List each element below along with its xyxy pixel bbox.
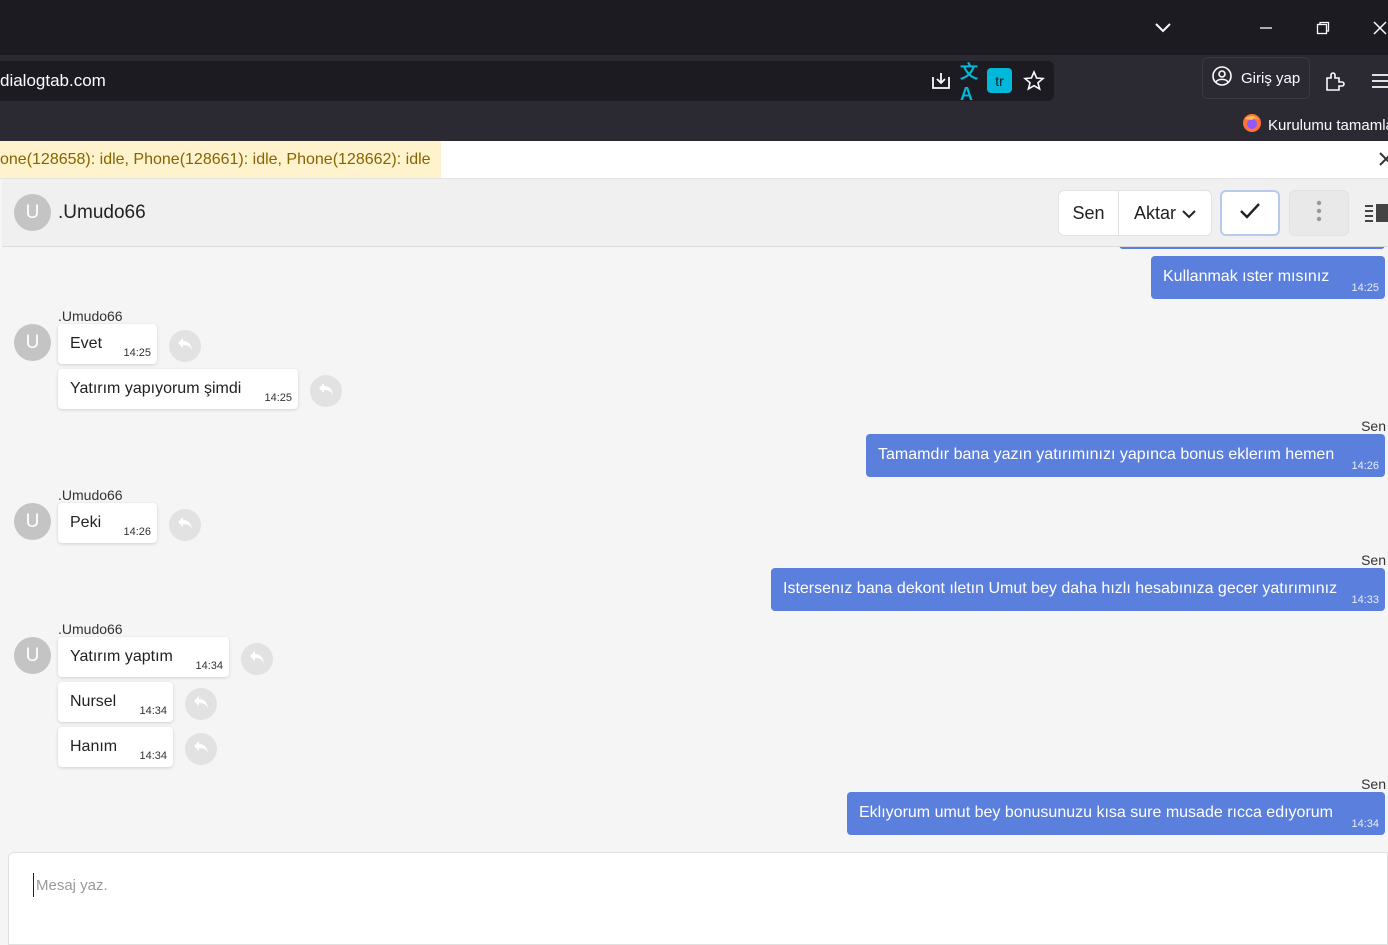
phone-status-bar: one(128658): idle, Phone(128661): idle, …	[0, 141, 1388, 179]
message-time: 14:25	[264, 392, 292, 404]
message-text: Kullanmak ıster mısınız	[1163, 268, 1330, 285]
message-text: Yatırım yaptım	[70, 648, 173, 665]
transfer-button[interactable]: Aktar	[1119, 191, 1211, 235]
chevron-down-icon	[1182, 203, 1196, 224]
translate-language-badge[interactable]: tr	[987, 68, 1012, 93]
message-text: Nursel	[70, 693, 117, 710]
bookmark-label: Kurulumu tamamla	[1268, 116, 1388, 134]
message-bubble-incoming: Evet 14:25	[58, 324, 157, 364]
assign-self-button[interactable]: Sen	[1059, 191, 1119, 235]
reply-icon	[177, 337, 193, 356]
message-list: Kullanmak ıster mısınız 14:25 .Umudo66 U…	[2, 247, 1388, 852]
chat-header: U .Umudo66 Sen Aktar	[2, 179, 1388, 247]
reply-icon	[249, 650, 265, 669]
login-label: Giriş yap	[1241, 69, 1301, 87]
translate-icon[interactable]: 文A	[960, 62, 988, 104]
reply-icon	[193, 695, 209, 714]
sender-label: Sen	[1361, 552, 1386, 568]
message-time: 14:34	[139, 705, 167, 717]
message-bubble-outgoing: Eklıyorum umut bey bonusunuzu kısa sure …	[847, 792, 1385, 835]
message-text: Peki	[70, 514, 102, 531]
message-bubble-incoming: Yatırım yapıyorum şimdi 14:25	[58, 369, 298, 409]
avatar: U	[14, 637, 51, 674]
contact-name: .Umudo66	[58, 202, 146, 223]
message-input[interactable]	[33, 873, 933, 897]
star-icon[interactable]	[1020, 67, 1048, 95]
bookmark-setup[interactable]: Kurulumu tamamla	[1242, 113, 1388, 137]
url-text[interactable]: dialogtab.com	[0, 71, 106, 91]
message-time: 14:33	[1351, 594, 1379, 606]
reply-icon	[193, 740, 209, 759]
check-icon	[1239, 202, 1261, 225]
reply-icon	[177, 516, 193, 535]
reply-button[interactable]	[310, 375, 342, 407]
extensions-icon[interactable]	[1316, 63, 1352, 99]
url-bar[interactable]: dialogtab.com 文A	[0, 61, 1054, 104]
menu-icon[interactable]	[1362, 63, 1388, 99]
message-time: 14:26	[1351, 460, 1379, 472]
reply-button[interactable]	[241, 643, 273, 675]
message-time: 14:25	[123, 347, 151, 359]
message-bubble-incoming: Nursel 14:34	[58, 682, 173, 722]
message-bubble-outgoing: Kullanmak ıster mısınız 14:25	[1151, 256, 1385, 299]
sender-label: Sen	[1361, 776, 1386, 792]
resolve-button[interactable]	[1220, 190, 1280, 236]
more-vertical-icon	[1316, 200, 1322, 227]
close-icon[interactable]	[1376, 149, 1388, 169]
avatar: U	[14, 503, 51, 540]
close-icon[interactable]	[1362, 10, 1388, 46]
avatar: U	[14, 324, 51, 361]
more-options-button[interactable]	[1289, 190, 1349, 236]
browser-titlebar	[0, 0, 1388, 55]
account-icon	[1211, 65, 1233, 91]
bookmarks-bar: Kurulumu tamamla	[0, 107, 1388, 141]
message-text: Evet	[70, 335, 103, 352]
browser-navbar: dialogtab.com 文A Giriş yap	[0, 55, 1388, 107]
message-text: Hanım	[70, 738, 118, 755]
phone-status-text: one(128658): idle, Phone(128661): idle, …	[0, 141, 441, 178]
sender-label: Sen	[1361, 418, 1386, 434]
reply-button[interactable]	[169, 330, 201, 362]
reply-button[interactable]	[169, 509, 201, 541]
message-text: Eklıyorum umut bey bonusunuzu kısa sure …	[859, 804, 1333, 821]
message-bubble-partial	[1119, 247, 1385, 249]
compose-box	[8, 852, 1388, 945]
transfer-label: Aktar	[1133, 202, 1176, 223]
message-bubble-outgoing: Istersenız bana dekont ıletın Umut bey d…	[771, 568, 1385, 611]
message-text: Yatırım yapıyorum şimdi	[70, 380, 242, 397]
panel-toggle-icon[interactable]	[1364, 202, 1388, 224]
message-time: 14:25	[1351, 282, 1379, 294]
download-icon[interactable]	[927, 67, 955, 95]
message-time: 14:34	[1351, 818, 1379, 830]
message-text: Tamamdır bana yazın yatırımınızı yapınca…	[878, 446, 1335, 463]
login-button[interactable]: Giriş yap	[1202, 57, 1310, 99]
assign-button-group: Sen Aktar	[1058, 190, 1212, 236]
restore-icon[interactable]	[1305, 10, 1341, 46]
sender-name: .Umudo66	[58, 308, 123, 324]
message-bubble-incoming: Hanım 14:34	[58, 727, 173, 767]
message-bubble-outgoing: Tamamdır bana yazın yatırımınızı yapınca…	[866, 434, 1385, 477]
message-time: 14:34	[195, 660, 223, 672]
sender-name: .Umudo66	[58, 621, 123, 637]
firefox-icon	[1242, 113, 1262, 137]
reply-button[interactable]	[185, 688, 217, 720]
sender-name: .Umudo66	[58, 487, 123, 503]
reply-button[interactable]	[185, 733, 217, 765]
message-bubble-incoming: Yatırım yaptım 14:34	[58, 637, 229, 677]
message-text: Istersenız bana dekont ıletın Umut bey d…	[783, 580, 1338, 597]
reply-icon	[318, 382, 334, 401]
message-time: 14:26	[123, 526, 151, 538]
avatar: U	[14, 194, 51, 231]
message-bubble-incoming: Peki 14:26	[58, 503, 157, 543]
minimize-icon[interactable]	[1248, 10, 1284, 46]
message-time: 14:34	[139, 750, 167, 762]
chevron-down-icon[interactable]	[1145, 10, 1181, 46]
